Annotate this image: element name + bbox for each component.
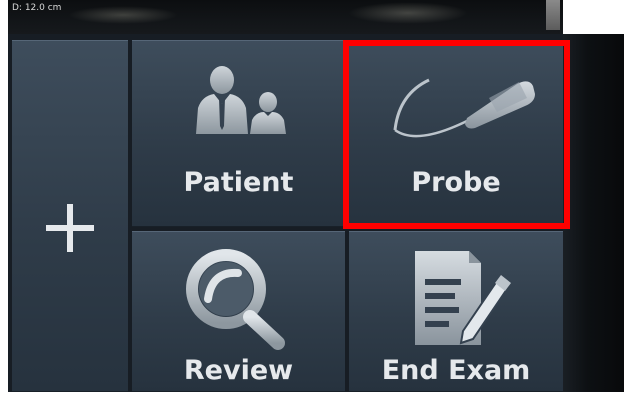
probe-label: Probe <box>411 167 501 198</box>
image-speckle <box>68 6 178 24</box>
add-button[interactable] <box>12 40 128 392</box>
review-button[interactable]: Review <box>132 231 345 392</box>
image-strip: D: 12.0 cm <box>8 0 563 34</box>
patient-label: Patient <box>183 167 294 198</box>
probe-button[interactable]: Probe <box>349 40 563 227</box>
plus-icon <box>46 204 94 252</box>
depth-label: D: 12.0 cm <box>12 3 62 13</box>
review-label: Review <box>183 355 294 386</box>
ultrasound-screen: D: 12.0 cm Patient Probe Review End Exam <box>0 0 624 417</box>
magnifier-icon <box>186 249 285 350</box>
image-speckle <box>348 2 468 24</box>
end-exam-button[interactable]: End Exam <box>349 231 563 392</box>
scroll-marker[interactable] <box>546 0 560 30</box>
patient-button[interactable]: Patient <box>132 40 345 227</box>
patient-icon <box>196 66 286 134</box>
end-exam-icon <box>415 251 511 345</box>
end-exam-label: End Exam <box>381 355 531 386</box>
right-edge-shade <box>563 0 624 417</box>
touch-menu-panel: Patient Probe Review End Exam <box>8 34 563 392</box>
probe-icon <box>393 78 535 138</box>
background <box>563 0 624 34</box>
background <box>0 392 624 417</box>
